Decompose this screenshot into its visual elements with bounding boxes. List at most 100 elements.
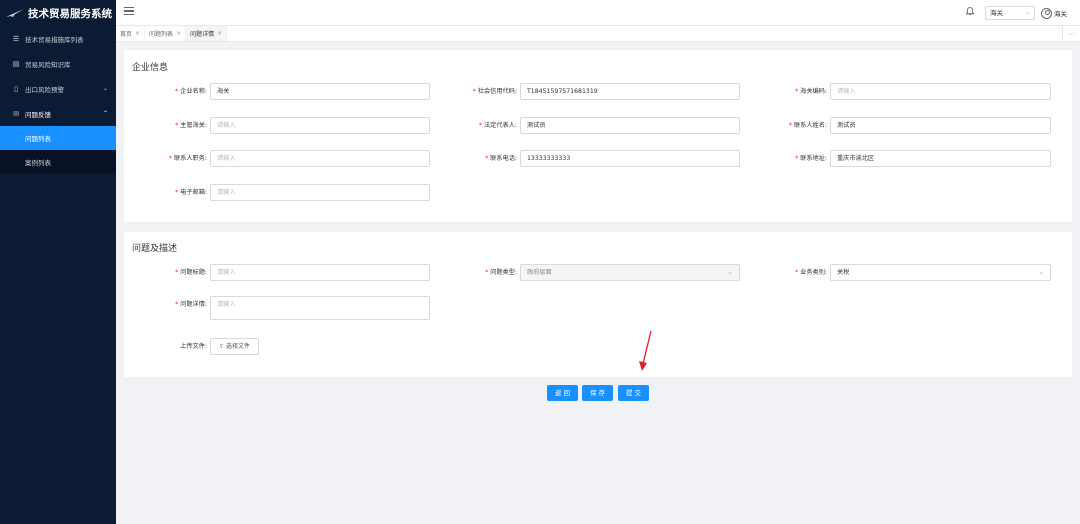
field-label: 问题详情: <box>180 301 207 308</box>
org-select-value: 海关 <box>990 9 1003 17</box>
company-info-card: 企业信息 * 企业名称: 海关 * 社会信用代码: T184515975716813… <box>124 50 1072 222</box>
tab-more-icon[interactable]: ⋯ <box>1062 26 1080 41</box>
customs-code-input[interactable]: 请输入 <box>830 83 1051 100</box>
warning-doc-icon: ▯ <box>14 84 18 93</box>
sidebar-item-label: 出口风险预警 <box>25 85 64 94</box>
field-label: 上传文件: <box>180 343 207 350</box>
bell-icon[interactable] <box>966 7 974 16</box>
contact-position-field: * 联系人职务: 请输入 <box>169 150 430 167</box>
close-icon[interactable]: × <box>217 30 222 37</box>
section-title: 问题及描述 <box>132 244 178 254</box>
company-name-field: * 企业名称: 海关 <box>175 83 430 100</box>
contact-name-input[interactable]: 测试员 <box>830 117 1051 134</box>
field-label: 企业名称: <box>180 88 207 95</box>
sidebar-item-label: 技术贸易措施库列表 <box>25 35 84 44</box>
problem-detail-textarea[interactable]: 请输入 <box>210 296 430 320</box>
choose-file-label: 选择文件 <box>225 343 250 350</box>
address-field: * 联系地址: 重庆市渝北区 <box>795 150 1051 167</box>
supervising-customs-input[interactable]: 请输入 <box>210 117 430 134</box>
sidebar-item-label: 问题反馈 <box>25 110 51 119</box>
phone-input[interactable]: 13333333333 <box>520 150 740 167</box>
mail-icon: ✉ <box>13 109 19 118</box>
field-label: 海关编码: <box>800 88 827 95</box>
chevron-down-icon: ⌄ <box>102 85 108 92</box>
sidebar-subitem-label: 案例列表 <box>25 159 51 167</box>
problem-card: 问题及描述 * 问题标题: 请输入 * 问题类型: 政府层面 ⌄ * 业务类别: 关税… <box>124 232 1072 377</box>
close-icon[interactable]: × <box>135 30 140 37</box>
page-tabs: 首页 × 问题列表 × 问题详情 × ⋯ <box>116 26 1080 42</box>
problem-title-input[interactable]: 请输入 <box>210 264 430 281</box>
sidebar-subitem-problem-list[interactable]: 问题列表 <box>0 126 116 150</box>
save-button[interactable]: 保 存 <box>582 385 613 401</box>
section-title: 企业信息 <box>132 63 169 73</box>
field-label: 法定代表人: <box>483 122 517 129</box>
credit-code-field: * 社会信用代码: T18451597571681319 <box>473 83 740 100</box>
org-select[interactable]: 海关 ⌄ <box>985 6 1035 20</box>
sidebar-subitem-label: 问题列表 <box>25 135 51 143</box>
top-header: 海关 ⌄ 海关 <box>116 0 1080 26</box>
user-avatar-icon <box>1041 7 1052 19</box>
sidebar-item-warning[interactable]: ▯ 出口风险预警 ⌄ <box>0 76 116 101</box>
sidebar-item-knowledge[interactable]: ▤ 贸易风险知识库 <box>0 51 116 76</box>
book-icon: ▤ <box>12 59 20 68</box>
problem-detail-field: * 问题详情: 请输入 <box>175 296 430 320</box>
field-label: 主管海关: <box>180 122 207 129</box>
list-icon: ☰ <box>12 34 20 43</box>
app-title: 技术贸易服务系统 <box>28 7 112 20</box>
red-arrow-annotation-icon <box>639 330 652 371</box>
chevron-down-icon: ⌄ <box>1038 268 1044 276</box>
field-label: 问题类型: <box>490 269 517 276</box>
upload-icon: ⇪ <box>219 343 225 350</box>
close-icon[interactable]: × <box>176 30 181 37</box>
sidebar: 技术贸易服务系统 ☰ 技术贸易措施库列表 ▤ 贸易风险知识库 ▯ 出口风险预警 … <box>0 0 116 524</box>
supervising-customs-field: * 主管海关: 请输入 <box>175 117 430 134</box>
field-label: 问题标题: <box>180 269 207 276</box>
upload-field: 上传文件: ⇪ 选择文件 <box>180 338 270 355</box>
chevron-up-icon: ⌃ <box>102 110 108 117</box>
tab-problem-detail[interactable]: 问题详情 × <box>186 26 228 41</box>
field-label: 联系人姓名: <box>793 122 827 129</box>
email-input[interactable]: 请输入 <box>210 184 430 201</box>
sidebar-item-measures[interactable]: ☰ 技术贸易措施库列表 <box>0 26 116 51</box>
menu-toggle-icon[interactable] <box>124 7 134 17</box>
choose-file-button[interactable]: ⇪ 选择文件 <box>210 338 259 355</box>
tab-label: 首页 <box>120 31 133 38</box>
problem-type-field: * 问题类型: 政府层面 ⌄ <box>485 264 740 281</box>
field-label: 电子邮箱: <box>180 189 207 196</box>
feedback-submenu: 问题列表 案例列表 <box>0 126 116 174</box>
sidebar-subitem-case-list[interactable]: 案例列表 <box>0 150 116 174</box>
problem-type-value: 政府层面 <box>527 269 552 276</box>
app-logo: 技术贸易服务系统 <box>0 0 116 26</box>
plane-logo-icon <box>6 9 24 17</box>
tab-label: 问题详情 <box>190 31 215 38</box>
business-category-value: 关税 <box>837 269 850 276</box>
contact-name-field: * 联系人姓名: 测试员 <box>789 117 1051 134</box>
user-name: 海关 <box>1054 10 1067 18</box>
email-field: * 电子邮箱: 请输入 <box>175 184 430 201</box>
field-label: 联系电话: <box>490 155 517 162</box>
user-menu[interactable]: 海关 <box>1041 6 1067 20</box>
contact-position-input[interactable]: 请输入 <box>210 150 430 167</box>
address-input[interactable]: 重庆市渝北区 <box>830 150 1051 167</box>
field-label: 业务类别: <box>800 269 827 276</box>
tab-label: 问题列表 <box>149 31 174 38</box>
business-category-field: * 业务类别: 关税 ⌄ <box>795 264 1051 281</box>
field-label: 联系人职务: <box>173 155 207 162</box>
phone-field: * 联系电话: 13333333333 <box>485 150 740 167</box>
company-name-input[interactable]: 海关 <box>210 83 430 100</box>
submit-button[interactable]: 提 交 <box>618 385 649 401</box>
back-button[interactable]: 返 回 <box>547 385 578 401</box>
legal-rep-input[interactable]: 测试员 <box>520 117 740 134</box>
chevron-down-icon: ⌄ <box>727 268 733 276</box>
tab-home[interactable]: 首页 × <box>116 26 146 41</box>
problem-type-select[interactable]: 政府层面 ⌄ <box>520 264 740 281</box>
problem-title-field: * 问题标题: 请输入 <box>175 264 430 281</box>
customs-code-field: * 海关编码: 请输入 <box>795 83 1051 100</box>
tab-problem-list[interactable]: 问题列表 × <box>145 26 187 41</box>
chevron-down-icon: ⌄ <box>1024 9 1030 16</box>
sidebar-item-label: 贸易风险知识库 <box>25 60 71 69</box>
credit-code-input[interactable]: T18451597571681319 <box>520 83 740 100</box>
field-label: 联系地址: <box>800 155 827 162</box>
business-category-select[interactable]: 关税 ⌄ <box>830 264 1051 281</box>
sidebar-item-feedback[interactable]: ✉ 问题反馈 ⌃ <box>0 101 116 126</box>
